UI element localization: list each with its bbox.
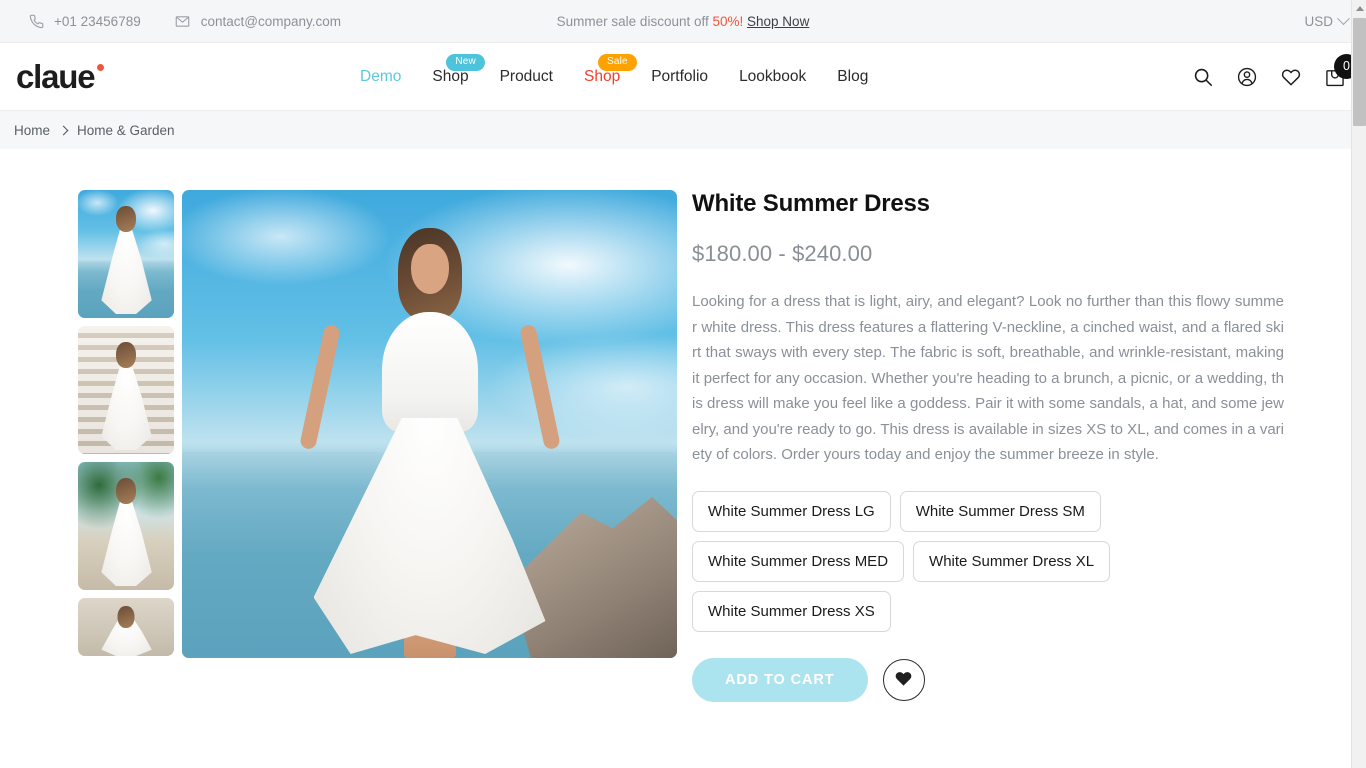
header-actions: 0 [1190,53,1359,90]
thumbnail-image [78,462,174,590]
thumbnail-image [78,326,174,454]
search-icon[interactable] [1190,64,1216,90]
promo-discount: 50%! [712,13,744,29]
chevron-down-icon [1337,11,1350,25]
product-description: Looking for a dress that is light, airy,… [692,293,1284,463]
currency-label: USD [1304,13,1333,29]
scrollbar-thumb[interactable] [1353,18,1366,126]
thumbnail-image [78,190,174,318]
logo-dot-icon [97,64,105,71]
product-price: $180.00 - $240.00 [692,241,873,266]
breadcrumb: Home Home & Garden [0,111,1366,149]
product-info: White Summer Dress $180.00 - $240.00 Loo… [677,190,1284,702]
product-section: White Summer Dress $180.00 - $240.00 Loo… [0,149,1366,702]
topbar-contacts: +01 23456789 contact@company.com [28,13,341,29]
cart-icon[interactable]: 0 [1322,53,1359,90]
variant-option-xl[interactable]: White Summer Dress XL [913,540,1111,582]
main-image-scene [182,190,677,658]
email-contact[interactable]: contact@company.com [175,13,341,29]
nav-item-blog[interactable]: Blog [837,69,868,85]
thumbnail-1[interactable] [78,190,174,318]
nav-item-product[interactable]: Product [500,69,553,85]
variant-option-lg[interactable]: White Summer Dress LG [692,490,891,532]
logo-text: claue [16,58,96,95]
nav-label: Demo [360,67,402,85]
page-scrollbar[interactable] [1351,0,1366,768]
phone-number: +01 23456789 [54,13,141,29]
product-gallery [0,190,677,702]
main-navigation: Demo Shop New Product Shop Sale Portfolio … [360,53,868,85]
thumbnail-3[interactable] [78,462,174,590]
shop-now-link[interactable]: Shop Now [747,14,809,29]
product-actions: ADD TO CART [692,657,1277,702]
product-main-image[interactable] [182,190,677,658]
nav-item-shop-sale[interactable]: Shop Sale [584,53,637,85]
nav-item-lookbook[interactable]: Lookbook [739,69,806,85]
account-icon[interactable] [1234,64,1260,90]
nav-label: Lookbook [739,67,807,85]
site-header: claue Demo Shop New Product Shop Sale Port… [0,43,1366,111]
phone-contact[interactable]: +01 23456789 [28,13,141,29]
nav-item-shop-new[interactable]: Shop New [432,53,485,85]
scroll-up-arrow-icon[interactable] [1352,0,1366,17]
promo-text: Summer sale discount off [556,13,713,29]
chevron-right-icon [58,125,69,135]
nav-label: Product [499,67,553,85]
product-title: White Summer Dress [692,190,930,217]
nav-label: Blog [837,67,869,85]
breadcrumb-home[interactable]: Home [14,123,50,138]
site-logo[interactable]: claue [16,58,105,95]
variant-option-xs[interactable]: White Summer Dress XS [692,590,891,632]
thumbnail-2[interactable] [78,326,174,454]
phone-icon [28,13,44,29]
email-address: contact@company.com [200,13,341,29]
badge-new: New [446,53,485,71]
top-info-bar: +01 23456789 contact@company.com Summer … [0,0,1366,43]
add-to-cart-button[interactable]: ADD TO CART [692,657,868,702]
thumbnail-4[interactable] [78,598,174,656]
badge-sale: Sale [597,53,637,71]
variant-option-med[interactable]: White Summer Dress MED [692,540,905,582]
variant-options: White Summer Dress LG White Summer Dress… [692,490,1292,632]
heart-icon[interactable] [1278,64,1304,90]
envelope-icon [175,13,191,29]
nav-item-demo[interactable]: Demo [360,69,401,85]
heart-icon [894,669,913,691]
nav-item-portfolio[interactable]: Portfolio [651,69,708,85]
currency-switcher[interactable]: USD [1304,11,1350,29]
variant-option-sm[interactable]: White Summer Dress SM [899,490,1101,532]
thumbnail-image [78,598,174,656]
nav-label: Portfolio [651,67,709,85]
thumbnail-list [78,190,174,702]
add-to-wishlist-button[interactable] [882,658,925,701]
breadcrumb-current: Home & Garden [77,122,175,138]
